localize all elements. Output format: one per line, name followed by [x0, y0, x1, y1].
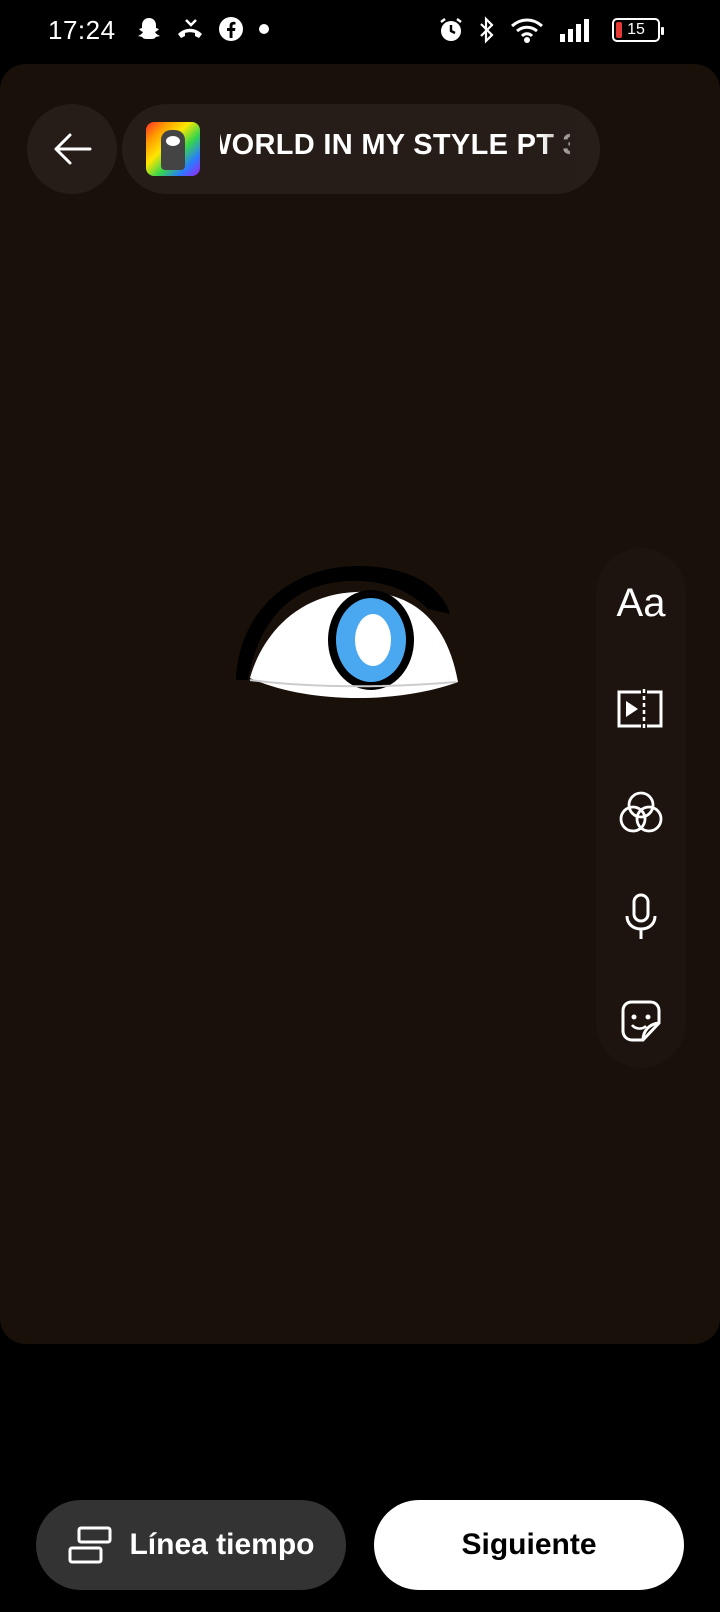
audio-track-pill[interactable]: WORLD IN MY STYLE PT 3 — [122, 104, 600, 194]
system-icons — [438, 16, 592, 49]
text-tool[interactable]: Aa — [596, 568, 686, 638]
status-time: 17:24 — [48, 15, 116, 45]
arrow-left-icon — [54, 133, 92, 165]
signal-icon — [558, 16, 592, 49]
text-tool-label: Aa — [616, 580, 666, 625]
audio-thumbnail — [146, 122, 200, 176]
notification-icons — [136, 16, 270, 47]
snapchat-icon — [136, 16, 162, 47]
editing-tools: Aa — [596, 548, 686, 1068]
bluetooth-icon — [478, 16, 496, 49]
facebook-icon — [218, 16, 244, 47]
status-bar: 17:24 15 — [0, 0, 720, 64]
back-button[interactable] — [27, 104, 117, 194]
missed-call-icon — [176, 16, 204, 47]
next-label: Siguiente — [461, 1528, 597, 1561]
clip-split-tool[interactable] — [596, 674, 686, 744]
timeline-icon — [68, 1526, 112, 1564]
video-preview[interactable]: WORLD IN MY STYLE PT 3 Aa — [0, 64, 720, 1344]
wifi-icon — [510, 16, 544, 49]
audio-title: WORLD IN MY STYLE PT 3 — [220, 129, 570, 161]
alarm-icon — [438, 16, 464, 49]
sticker-icon — [621, 1000, 661, 1042]
battery-level: 15 — [627, 21, 645, 38]
microphone-icon — [625, 893, 657, 939]
next-button[interactable]: Siguiente — [374, 1500, 684, 1590]
timeline-label: Línea tiempo — [129, 1528, 315, 1561]
filters-tool[interactable] — [596, 778, 686, 848]
filters-icon — [619, 791, 663, 833]
timeline-button[interactable]: Línea tiempo — [36, 1500, 346, 1590]
dot-icon — [258, 16, 270, 47]
eye-sticker — [236, 566, 458, 699]
clip-icon — [617, 687, 663, 731]
voiceover-tool[interactable] — [596, 882, 686, 952]
sticker-tool[interactable] — [596, 986, 686, 1056]
battery-indicator: 15 — [612, 18, 664, 42]
